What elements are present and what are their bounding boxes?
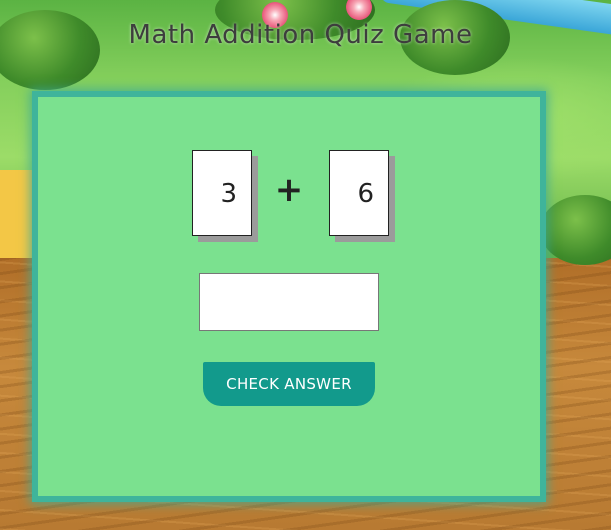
plus-operator: + [274, 170, 304, 210]
right-number-card: 6 [329, 150, 389, 236]
answer-input[interactable] [199, 273, 379, 331]
page-title: Math Addition Quiz Game [128, 20, 473, 50]
left-number-card: 3 [192, 150, 252, 236]
left-operand: 3 [220, 179, 237, 209]
quiz-panel: 3 + 6 CHECK ANSWER [32, 91, 546, 502]
check-answer-button[interactable]: CHECK ANSWER [203, 362, 375, 406]
right-operand: 6 [357, 179, 374, 209]
